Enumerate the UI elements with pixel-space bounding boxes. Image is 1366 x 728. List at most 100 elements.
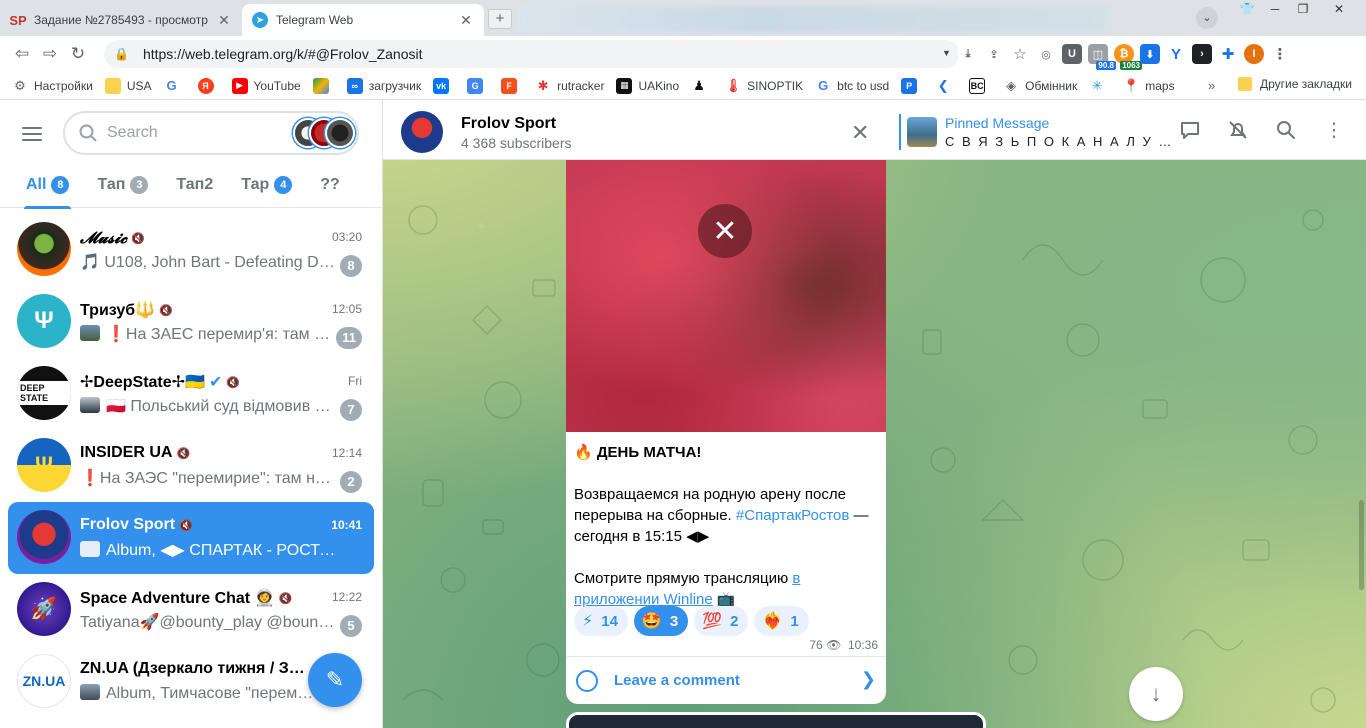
bookmark-f[interactable]: F [501, 77, 523, 94]
folder-tab-tap2[interactable]: Тап2 [176, 162, 213, 208]
leave-comment-button[interactable]: Leave a comment ❯ [566, 656, 886, 704]
bookmark-translate[interactable]: G [467, 77, 489, 94]
bookmark-sinoptik[interactable]: 🌡 SINOPTIK [725, 77, 803, 94]
bookmark-maps[interactable]: 📍 maps [1123, 77, 1175, 94]
install-icon[interactable]: ⤓ [958, 44, 978, 64]
hashtag-link[interactable]: #СпартакРостов [736, 507, 849, 524]
chat-item-deepstate[interactable]: DEEP STATE ✢DeepState✢🇺🇦 ✔ 🔇 Fri 🇵🇱 Польсь… [8, 358, 374, 430]
story-avatar[interactable] [325, 118, 355, 148]
bookmark-rutracker[interactable]: ✱ rutracker [535, 77, 604, 94]
close-window-button[interactable]: ✕ [1318, 0, 1360, 18]
bookmark-asterisk[interactable]: ✳ [1089, 77, 1111, 94]
shirt-icon[interactable]: 👕 [1234, 0, 1260, 18]
folder-tab-tar[interactable]: Тар 4 [241, 162, 293, 208]
folder-label: ?? [320, 175, 340, 193]
scroll-down-button[interactable]: ↓ [1129, 667, 1183, 721]
bookmark-arrow[interactable]: ❮ [935, 77, 957, 94]
channel-title[interactable]: Frolov Sport [461, 115, 556, 133]
chat-item-music[interactable]: 𝓜𝓾𝓼𝓲𝓬 🔇 03:20 🎵 U108, John Bart - Defeati… [8, 214, 374, 286]
more-menu-icon[interactable]: ⋮ [1270, 44, 1290, 64]
chat-item-insider-ua[interactable]: Ψ INSIDER UA 🔇 12:14 ❗На ЗАЭС "перемирие"… [8, 430, 374, 502]
avatar: Ψ [17, 294, 71, 348]
puzzle-extensions-icon[interactable]: ✚ [1218, 44, 1238, 64]
cancel-download-icon[interactable]: ✕ [698, 204, 752, 258]
lock-icon[interactable]: 🔒 [114, 47, 129, 61]
new-message-button[interactable]: ✎ [308, 653, 362, 707]
chat-item-space-adventure[interactable]: 🚀 Space Adventure Chat 👩‍🚀 🔇 12:22 Tatiya… [8, 574, 374, 646]
reaction-star-struck[interactable]: 🤩 3 [633, 606, 689, 636]
background-tabs[interactable] [518, 6, 1108, 32]
folder-tab-tap[interactable]: Тап 3 [97, 162, 149, 208]
mute-bell-icon[interactable] [1226, 118, 1250, 142]
more-options-icon[interactable]: ⋮ [1322, 118, 1346, 142]
close-tab-icon[interactable]: ✕ [216, 12, 232, 29]
download-extension-icon[interactable]: ⬇ [1140, 44, 1160, 64]
post-media-blurred[interactable]: ✕ [566, 160, 886, 432]
browser-tab-telegram[interactable]: ➤ Telegram Web ✕ [242, 4, 484, 36]
other-bookmarks-folder[interactable]: Другие закладки [1238, 77, 1352, 91]
media-thumbnail [80, 684, 100, 700]
view-count: 76 [809, 638, 823, 652]
rss-extension-icon[interactable]: ◫ 90.8 [1088, 44, 1116, 70]
bookmark-usa[interactable]: USA [104, 77, 152, 94]
chat-scrollbar[interactable] [1359, 500, 1364, 590]
bookmark-btc[interactable]: Gbtc to usd [815, 77, 889, 94]
bookmark-bc[interactable]: BC [969, 77, 991, 94]
bookmark-drive[interactable] [312, 77, 335, 94]
translate-icon: G [467, 77, 484, 94]
address-bar[interactable]: 🔒 https://web.telegram.org/k/#@Frolov_Za… [104, 40, 960, 68]
search-box[interactable] [63, 111, 359, 155]
tab-search-icon[interactable]: ⌄ [1196, 7, 1218, 29]
y-extension-icon[interactable]: Y [1166, 44, 1186, 64]
folder-tab-all[interactable]: All 8 [23, 162, 72, 209]
back-button[interactable]: ⇦ [8, 40, 36, 68]
new-tab-button[interactable]: + [488, 9, 512, 29]
bookmark-star-icon[interactable]: ☆ [1010, 44, 1030, 64]
minimize-button[interactable]: ─ [1262, 0, 1288, 18]
reload-button[interactable]: ↻ [64, 40, 92, 68]
media-thumbnail [80, 397, 100, 413]
bookmark-p[interactable]: P [901, 77, 923, 94]
uakino-icon: ▦ [616, 77, 633, 94]
more-bookmarks-button[interactable]: » [1208, 78, 1215, 93]
close-tab-icon[interactable]: ✕ [458, 12, 474, 29]
globe-icon[interactable]: ◎ [1036, 44, 1056, 64]
bookmark-exchanger[interactable]: ◈ Обмінник [1003, 77, 1077, 94]
omnibox-dropdown-icon[interactable]: ▼ [942, 48, 951, 58]
hamburger-menu-button[interactable] [22, 121, 48, 147]
chat-item-frolov-sport[interactable]: Frolov Sport 🔇 10:41 Album, ◀▶ СПАРТАК - … [8, 502, 374, 574]
share-icon[interactable]: ⇪ [984, 44, 1004, 64]
browser-tab-task[interactable]: SP Задание №2785493 - просмотр з ✕ [0, 4, 242, 36]
reaction-lightning[interactable]: ⚡ 14 [574, 606, 628, 636]
pinned-message[interactable]: Pinned Message С В Я З Ь П О К А Н А Л У… [899, 114, 1171, 150]
subscriber-count: 4 368 subscribers [461, 135, 572, 151]
forward-button[interactable]: ⇨ [36, 40, 64, 68]
bookmark-vk[interactable]: vk [433, 77, 455, 94]
bookmark-label: Другие закладки [1260, 77, 1352, 91]
terminal-extension-icon[interactable]: › [1192, 44, 1212, 64]
bookmark-google[interactable]: G [163, 77, 186, 94]
reaction-heart-fire[interactable]: ❤️‍🔥 1 [754, 606, 809, 636]
folder-label: All [26, 175, 47, 193]
profile-avatar-icon[interactable]: I [1244, 44, 1264, 64]
folder-label: Тап2 [176, 175, 214, 193]
comments-icon[interactable] [1178, 118, 1202, 142]
restore-button[interactable]: ❐ [1290, 0, 1316, 18]
reaction-hundred[interactable]: 💯 2 [694, 606, 749, 636]
bookmark-yandex[interactable]: Я [197, 77, 220, 94]
bookmark-youtube[interactable]: ▶ YouTube [231, 77, 301, 94]
chat-preview: 🇵🇱 Польський суд відмовив … [80, 396, 338, 416]
folder-tab-unknown[interactable]: ?? [320, 162, 340, 208]
close-icon[interactable]: ✕ [851, 120, 869, 146]
shield-extension-icon[interactable]: U [1062, 44, 1082, 64]
channel-avatar[interactable] [401, 111, 443, 153]
bookmark-uakino[interactable]: ▦ UAKino [616, 77, 679, 94]
bookmark-settings[interactable]: ⚙ Настройки [12, 77, 93, 94]
search-icon[interactable] [1274, 118, 1298, 142]
post-paragraph: Смотрите прямую трансляцию [574, 570, 793, 587]
bitcoin-extension-icon[interactable]: ₿ 1063 [1114, 44, 1142, 70]
bookmark-downloader[interactable]: ∞ загрузчик [346, 77, 421, 94]
chat-item-tryzub[interactable]: Ψ Тризуб🔱 🔇 12:05 ❗На ЗАЕС перемир'я: там… [8, 286, 374, 358]
bookmark-chess[interactable]: ♟ [691, 77, 713, 94]
search-input[interactable] [107, 124, 277, 142]
